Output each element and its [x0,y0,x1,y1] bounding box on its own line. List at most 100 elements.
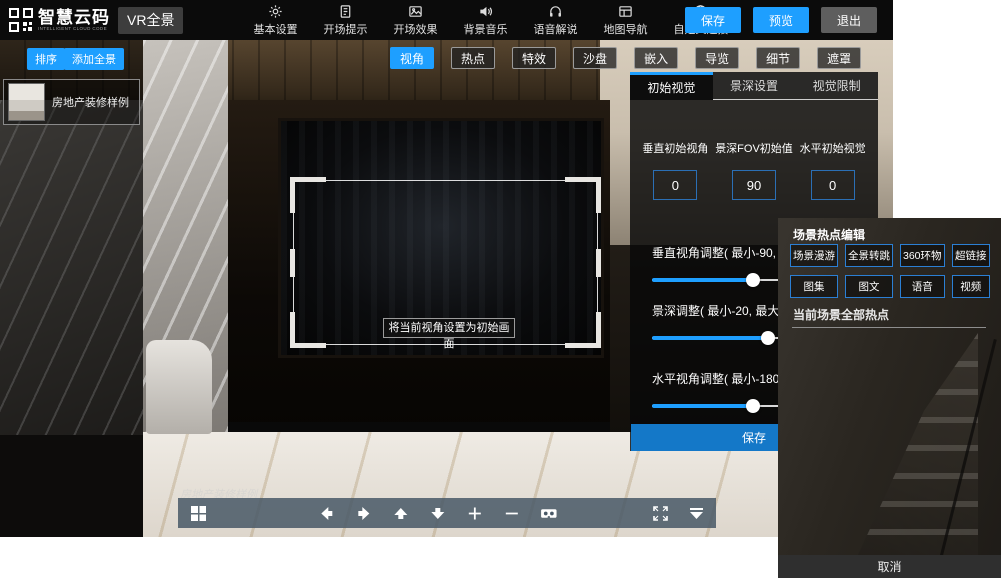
hotspot-panel-title: 场景热点编辑 [793,226,865,243]
add-panorama-button[interactable]: 添加全景 [64,48,124,70]
scene-grid-icon[interactable] [188,503,208,523]
panorama-viewport[interactable]: 排序 添加全景 房地产装修样例 视角 热点 特效 沙盘 嵌入 导览 细节 遮罩 [0,40,893,537]
slider-thumb[interactable] [761,331,775,345]
frame-corner [565,177,601,213]
initial-view-fields: 垂直初始视角 景深FOV初始值 水平初始视觉 [630,140,878,200]
logo: 智慧云码 INTELLIGENT CLOUD CODE VR全景 [8,7,183,34]
horizontal-initial-field: 水平初始视觉 [793,140,872,200]
toolbar-right [650,503,706,523]
speaker-icon [478,4,493,19]
hotspot-type-image-text[interactable]: 图文 [845,275,893,298]
field-label: 水平初始视觉 [800,140,866,156]
scene-list-item[interactable]: 房地产装修样例 [3,79,140,125]
fov-initial-input[interactable] [732,170,776,200]
preview-button[interactable]: 预览 [753,7,809,33]
frame-corner [290,312,326,348]
sort-button[interactable]: 排序 [27,48,65,70]
scene-thumbnail [8,83,45,121]
map-icon [618,4,633,19]
menu-item-basic-settings[interactable]: 基本设置 [253,4,297,37]
vertical-initial-field: 垂直初始视角 [636,140,715,200]
pan-up-icon[interactable] [390,503,410,523]
settings-tabs: 初始视觉 景深设置 视觉限制 [630,72,878,100]
effect-image-icon [408,4,423,19]
slider-fill [652,278,753,282]
tab-mask[interactable]: 遮罩 [817,47,861,69]
hotspot-edit-panel: 场景热点编辑 场景漫游 全景转跳 360环物 超链接 图集 图文 语音 视频 当… [778,218,1001,578]
menu-item-background-music[interactable]: 背景音乐 [463,4,507,37]
headphones-icon [548,4,563,19]
stairs-background [858,333,978,555]
collapse-toolbar-icon[interactable] [686,503,706,523]
frame-corner [565,312,601,348]
header-menu: 基本设置 开场提示 开场效果 [253,4,728,37]
tab-fov-settings[interactable]: 景深设置 [713,72,796,100]
vertical-initial-input[interactable] [653,170,697,200]
tab-tour[interactable]: 导览 [695,47,739,69]
menu-item-opening-effect[interactable]: 开场效果 [393,4,437,37]
header-actions: 保存 预览 退出 [685,7,877,33]
menu-item-map-navigation[interactable]: 地图导航 [603,4,647,37]
tab-view-angle[interactable]: 视角 [390,47,434,69]
hotspot-type-video[interactable]: 视频 [952,275,990,298]
field-label: 景深FOV初始值 [715,140,793,156]
tab-sandbox[interactable]: 沙盘 [573,47,617,69]
frame-corner [290,177,326,213]
qr-logo-icon [8,7,34,33]
zoom-out-icon[interactable] [501,503,521,523]
divider [792,327,986,328]
fov-initial-field: 景深FOV初始值 [715,140,794,200]
hotspot-type-scene-roam[interactable]: 场景漫游 [790,244,838,267]
viewer-toolbar [178,498,716,528]
tab-embed[interactable]: 嵌入 [634,47,678,69]
hotspot-type-hyperlink[interactable]: 超链接 [952,244,990,267]
slider-thumb[interactable] [746,273,760,287]
menu-item-voice-narration[interactable]: 语音解说 [533,4,577,37]
header-bar: 智慧云码 INTELLIGENT CLOUD CODE VR全景 基本设置 开场… [0,0,893,40]
editor-tabs: 视角 热点 特效 沙盘 嵌入 导览 细节 遮罩 [390,47,861,69]
field-label: 垂直初始视角 [642,140,708,156]
exit-button[interactable]: 退出 [821,7,877,33]
set-initial-view-button[interactable]: 将当前视角设置为初始画面 [383,318,515,338]
slider-thumb[interactable] [746,399,760,413]
gear-icon [268,4,283,19]
menu-label: 基本设置 [253,21,297,37]
menu-label: 开场提示 [323,21,367,37]
toolbar-left [188,503,208,523]
vr-goggles-icon[interactable] [538,503,558,523]
hotspot-type-gallery[interactable]: 图集 [790,275,838,298]
save-button[interactable]: 保存 [685,7,741,33]
panorama-chair [146,340,212,434]
tab-effects[interactable]: 特效 [512,47,556,69]
horizontal-initial-input[interactable] [811,170,855,200]
menu-label: 背景音乐 [463,21,507,37]
menu-label: 地图导航 [603,21,647,37]
hotspot-type-pano-jump[interactable]: 全景转跳 [845,244,893,267]
tab-hotspot[interactable]: 热点 [451,47,495,69]
menu-label: 开场效果 [393,21,437,37]
scene-name: 房地产装修样例 [52,94,129,110]
screen: 智慧云码 INTELLIGENT CLOUD CODE VR全景 基本设置 开场… [0,0,1001,578]
logo-title: 智慧云码 [38,9,110,26]
hotspot-type-audio[interactable]: 语音 [900,275,945,298]
pan-right-icon[interactable] [353,503,373,523]
pan-down-icon[interactable] [427,503,447,523]
tab-initial-view[interactable]: 初始视觉 [630,72,713,100]
menu-item-opening-prompt[interactable]: 开场提示 [323,4,367,37]
slider-fill [652,336,768,340]
tab-view-limits[interactable]: 视觉限制 [795,72,878,100]
prompt-icon [338,4,353,19]
tab-details[interactable]: 细节 [756,47,800,69]
frame-edge-mark [596,249,601,277]
logo-text: 智慧云码 INTELLIGENT CLOUD CODE [38,9,110,31]
cancel-button[interactable]: 取消 [778,555,1001,578]
product-badge: VR全景 [118,7,183,34]
pan-left-icon[interactable] [316,503,336,523]
fullscreen-icon[interactable] [650,503,670,523]
menu-label: 语音解说 [533,21,577,37]
logo-subtitle: INTELLIGENT CLOUD CODE [38,26,110,31]
toolbar-center [316,503,558,523]
all-hotspots-label: 当前场景全部热点 [793,306,889,323]
hotspot-type-360-object[interactable]: 360环物 [900,244,945,267]
zoom-in-icon[interactable] [464,503,484,523]
